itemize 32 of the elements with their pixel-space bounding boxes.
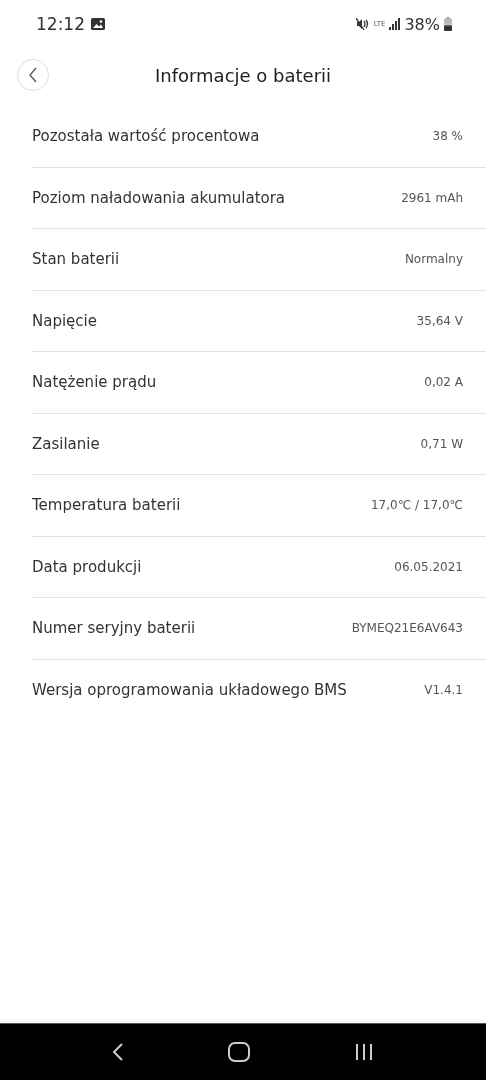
row-value: V1.4.1 [424, 683, 463, 698]
page-title: Informacje o baterii [154, 64, 332, 86]
row-value: 38 % [432, 129, 463, 144]
row-value: 0,02 A [424, 375, 463, 390]
mute-icon [355, 18, 370, 30]
battery-percent: 38% [404, 14, 440, 34]
row-label: Poziom naładowania akumulatora [32, 188, 286, 207]
home-nav-icon[interactable] [228, 1042, 250, 1062]
row-label: Zasilanie [32, 434, 100, 453]
row-label: Wersja oprogramowania układowego BMS [32, 681, 347, 700]
row-value: BYMEQ21E6AV643 [351, 621, 463, 636]
image-icon [91, 18, 105, 30]
row-label: Napięcie [32, 311, 97, 330]
signal-icon [389, 18, 401, 30]
row-label: Temperatura baterii [32, 496, 181, 515]
row-value: Normalny [404, 252, 463, 267]
back-nav-icon[interactable] [112, 1043, 124, 1061]
row-label: Data produkcji [32, 557, 142, 576]
battery-icon [444, 17, 452, 31]
row-label: Natężenie prądu [32, 373, 157, 392]
row-label: Stan baterii [32, 250, 120, 269]
row-value: 17,0℃ / 17,0℃ [370, 498, 463, 513]
row-label: Pozostała wartość procentowa [32, 127, 260, 146]
clock: 12:12 [36, 14, 85, 34]
row-value: 0,71 W [420, 436, 463, 451]
recents-nav-icon[interactable] [354, 1043, 374, 1061]
chevron-left-icon [28, 67, 38, 83]
row-value: 35,64 V [416, 313, 463, 328]
row-label: Numer seryjny baterii [32, 619, 196, 638]
back-button[interactable] [17, 59, 49, 91]
row-value: 2961 mAh [401, 190, 463, 205]
row-value: 06.05.2021 [394, 559, 463, 574]
